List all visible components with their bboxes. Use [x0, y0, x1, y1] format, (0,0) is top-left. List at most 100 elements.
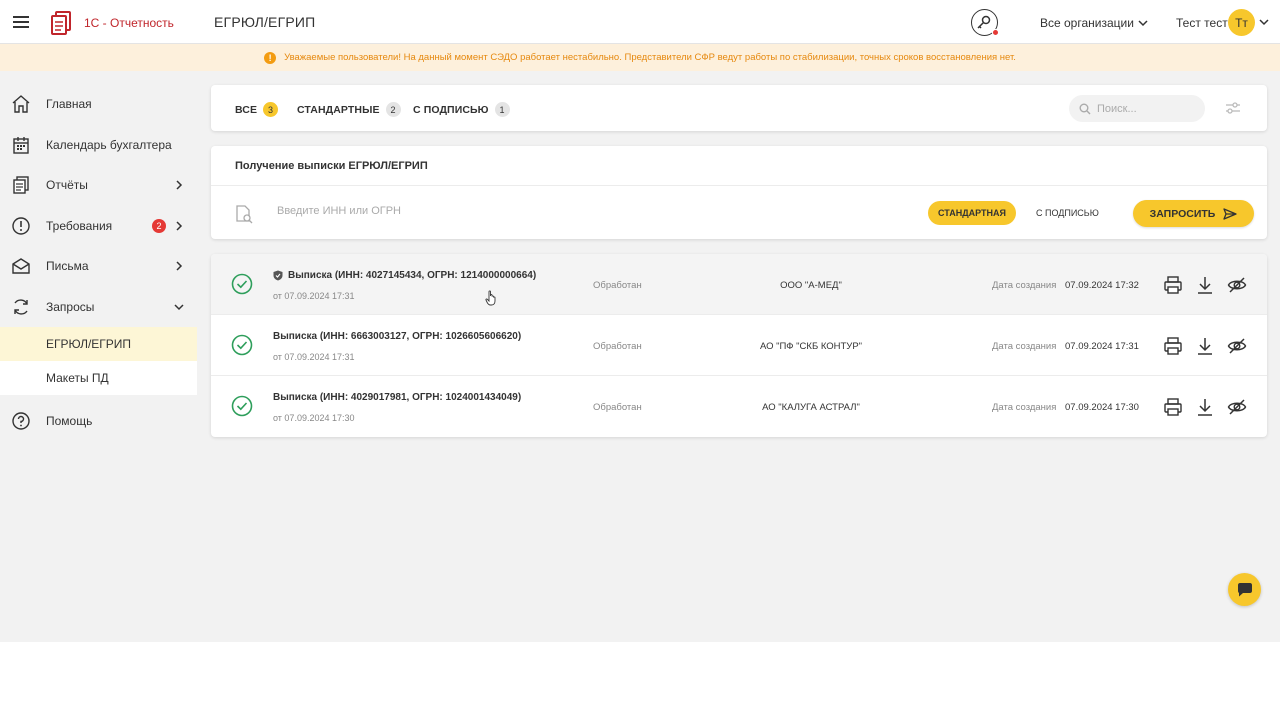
search-box: [1069, 95, 1205, 122]
download-icon[interactable]: [1195, 275, 1215, 295]
hide-eye-icon[interactable]: [1227, 275, 1247, 295]
avatar[interactable]: Тт: [1228, 9, 1255, 36]
sidebar-item-label: Отчёты: [46, 178, 88, 193]
shield-icon: [273, 270, 283, 281]
logo-icon[interactable]: [50, 10, 76, 36]
support-chat-button[interactable]: [1228, 573, 1261, 606]
user-menu-chevron-icon[interactable]: [1259, 17, 1269, 27]
hide-eye-icon[interactable]: [1227, 336, 1247, 356]
sidebar-item-letters[interactable]: Письма: [0, 246, 197, 287]
row-created-label: Дата создания: [992, 280, 1057, 291]
print-icon[interactable]: [1163, 275, 1183, 295]
row-date: от 07.09.2024 17:31: [273, 352, 355, 362]
row-title-text: Выписка (ИНН: 4029017981, ОГРН: 10240014…: [273, 392, 522, 403]
banner-text: Уважаемые пользователи! На данный момент…: [284, 52, 1016, 63]
download-icon[interactable]: [1195, 397, 1215, 417]
mail-icon: [12, 258, 30, 274]
row-status: Обработан: [593, 341, 642, 352]
search-input[interactable]: [1097, 102, 1197, 115]
calendar-icon: [13, 136, 29, 154]
row-title: Выписка (ИНН: 4029017981, ОГРН: 10240014…: [273, 392, 521, 403]
tab-count: 3: [263, 102, 279, 117]
row-created-date: 07.09.2024 17:30: [1065, 402, 1139, 413]
sidebar-item-home[interactable]: Главная: [0, 84, 197, 125]
sidebar-item-label: Запросы: [46, 299, 95, 314]
tab-standard[interactable]: СТАНДАРТНЫЕ 2: [297, 102, 401, 117]
filter-tabs-card: ВСЕ 3 СТАНДАРТНЫЕ 2 С ПОДПИСЬЮ 1: [211, 85, 1267, 131]
requests-submenu: ЕГРЮЛ/ЕГРИП Макеты ПД: [0, 327, 197, 395]
success-check-icon: [231, 334, 253, 356]
print-icon[interactable]: [1163, 397, 1183, 417]
row-organization: АО "КАЛУГА АСТРАЛ": [762, 402, 860, 413]
sidebar-item-help[interactable]: Помощь: [0, 401, 197, 442]
filter-settings-icon[interactable]: [1225, 101, 1241, 115]
row-organization: АО "ПФ "СКБ КОНТУР": [759, 341, 863, 352]
send-icon: [1223, 207, 1237, 220]
user-name[interactable]: Тест тест: [1176, 16, 1228, 30]
chevron-down-icon: [174, 304, 184, 310]
table-row[interactable]: Выписка (ИНН: 6663003127, ОГРН: 10266056…: [211, 315, 1267, 376]
row-title: Выписка (ИНН: 4027145434, ОГРН: 12140000…: [273, 270, 536, 281]
tab-signed[interactable]: С ПОДПИСЬЮ 1: [413, 102, 510, 117]
tab-label: С ПОДПИСЬЮ: [413, 103, 489, 116]
request-card-title: Получение выписки ЕГРЮЛ/ЕГРИП: [235, 160, 428, 172]
download-icon[interactable]: [1195, 336, 1215, 356]
row-created-date: 07.09.2024 17:31: [1065, 341, 1139, 352]
sidebar-item-label: Письма: [46, 259, 89, 274]
success-check-icon: [231, 395, 253, 417]
print-icon[interactable]: [1163, 336, 1183, 356]
sidebar-item-calendar[interactable]: Календарь бухгалтера: [0, 125, 197, 166]
hide-eye-icon[interactable]: [1227, 397, 1247, 417]
organization-select-label: Все организации: [1040, 16, 1134, 30]
request-extract-card: Получение выписки ЕГРЮЛ/ЕГРИП СТАНДАРТНА…: [211, 146, 1267, 239]
inn-ogrn-input[interactable]: [277, 205, 677, 217]
chevron-right-icon: [176, 180, 183, 190]
mouse-cursor-icon: [485, 290, 496, 306]
sidebar-item-label: Помощь: [46, 414, 93, 429]
tab-label: СТАНДАРТНЫЕ: [297, 103, 380, 116]
success-check-icon: [231, 273, 253, 295]
sidebar-subitem-pd-layouts[interactable]: Макеты ПД: [0, 361, 197, 395]
chevron-right-icon: [176, 261, 183, 271]
tab-label: ВСЕ: [235, 103, 258, 116]
tab-count: 2: [385, 102, 401, 117]
requirements-count-badge: 2: [152, 218, 166, 233]
row-title: Выписка (ИНН: 6663003127, ОГРН: 10266056…: [273, 331, 521, 342]
request-submit-button[interactable]: ЗАПРОСИТЬ: [1133, 200, 1254, 227]
warning-icon: !: [264, 51, 277, 64]
home-icon: [12, 95, 30, 113]
sidebar-item-requests[interactable]: Запросы: [0, 287, 197, 328]
sidebar-item-requirements[interactable]: Требования 2: [0, 206, 197, 247]
page-title: ЕГРЮЛ/ЕГРИП: [214, 14, 316, 30]
sidebar-subitem-egrul[interactable]: ЕГРЮЛ/ЕГРИП: [0, 327, 197, 361]
option-standard-button[interactable]: СТАНДАРТНАЯ: [928, 201, 1016, 225]
certificate-button[interactable]: [971, 9, 999, 36]
sidebar-item-label: Требования: [46, 218, 113, 233]
organization-select[interactable]: Все организации: [1040, 16, 1148, 30]
top-header: 1С - Отчетность ЕГРЮЛ/ЕГРИП Все организа…: [0, 0, 1280, 44]
row-title-text: Выписка (ИНН: 6663003127, ОГРН: 10266056…: [273, 331, 522, 342]
brand-name[interactable]: 1С - Отчетность: [84, 16, 174, 30]
row-organization: ООО "А-МЕД": [780, 280, 842, 291]
search-icon: [1079, 103, 1091, 114]
extracts-list: Выписка (ИНН: 4027145434, ОГРН: 12140000…: [211, 254, 1267, 437]
row-title-text: Выписка (ИНН: 4027145434, ОГРН: 12140000…: [288, 270, 537, 281]
sidebar-item-label: Главная: [46, 97, 92, 112]
table-row[interactable]: Выписка (ИНН: 4027145434, ОГРН: 12140000…: [211, 254, 1267, 315]
help-icon: [12, 412, 30, 430]
alert-icon: [12, 217, 30, 235]
notification-dot: [992, 29, 999, 36]
row-created-label: Дата создания: [992, 402, 1057, 413]
row-created-label: Дата создания: [992, 341, 1057, 352]
chevron-right-icon: [176, 221, 183, 231]
tab-count: 1: [494, 102, 510, 117]
row-created-date: 07.09.2024 17:32: [1065, 280, 1139, 291]
menu-icon[interactable]: [12, 13, 30, 31]
divider: [211, 185, 1267, 186]
sidebar-item-reports[interactable]: Отчёты: [0, 165, 197, 206]
option-signed-button[interactable]: С ПОДПИСЬЮ: [1036, 208, 1099, 218]
request-submit-label: ЗАПРОСИТЬ: [1149, 207, 1216, 220]
sidebar: Главная Календарь бухгалтера Отчёты Треб…: [0, 84, 197, 442]
table-row[interactable]: Выписка (ИНН: 4029017981, ОГРН: 10240014…: [211, 376, 1267, 437]
tab-all[interactable]: ВСЕ 3: [235, 102, 279, 117]
